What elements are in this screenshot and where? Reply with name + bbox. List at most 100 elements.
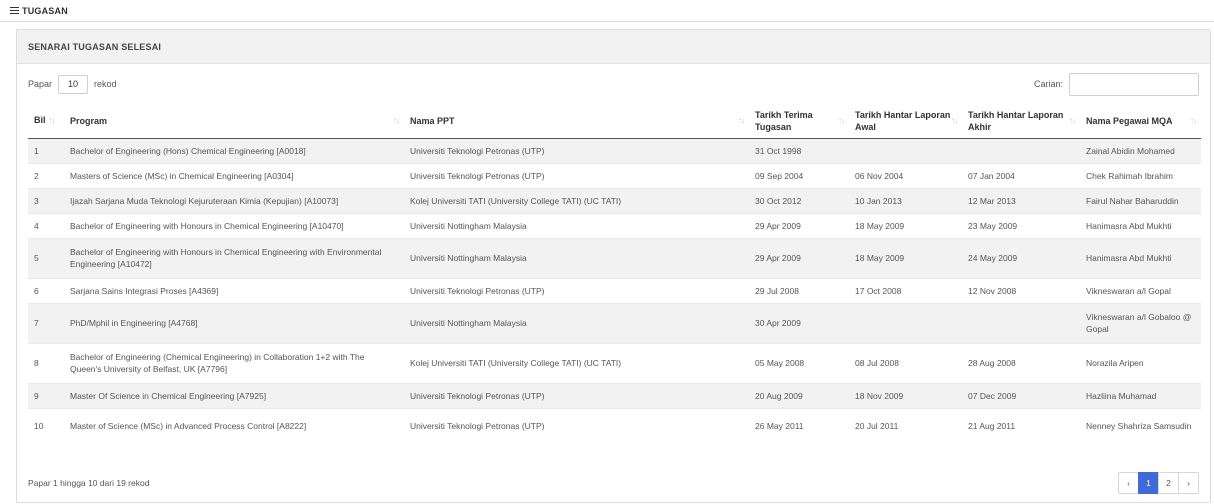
cell-program: PhD/Mphil in Engineering [A4768] xyxy=(64,302,404,343)
cell-laporan-awal: 17 Oct 2008 xyxy=(849,277,962,303)
cell-laporan-akhir xyxy=(962,137,1080,163)
cell-ppt: Universiti Nottingham Malaysia xyxy=(404,302,749,343)
page-length-control: Papar 10 rekod xyxy=(28,74,117,94)
table-row: 7 PhD/Mphil in Engineering [A4768] Unive… xyxy=(28,302,1201,343)
cell-program: Masters of Science (MSc) in Chemical Eng… xyxy=(64,162,404,188)
cell-laporan-akhir: 07 Dec 2009 xyxy=(962,382,1080,408)
cell-ppt: Universiti Teknologi Petronas (UTP) xyxy=(404,382,749,408)
search-label: Carian: xyxy=(1033,79,1063,89)
column-header-tarikh-terima[interactable]: Tarikh Terima Tugasan ↑↓ xyxy=(749,104,849,139)
cell-laporan-akhir: 07 Jan 2004 xyxy=(962,162,1080,188)
cell-ppt: Universiti Teknologi Petronas (UTP) xyxy=(404,137,749,163)
table-row: 5 Bachelor of Engineering with Honours i… xyxy=(28,237,1201,278)
table-row: 3 Ijazah Sarjana Muda Teknologi Kejurute… xyxy=(28,187,1201,213)
column-header-bil[interactable]: Bil ↑↓ xyxy=(28,104,64,139)
cell-laporan-awal: 20 Jul 2011 xyxy=(849,407,962,443)
cell-laporan-awal: 18 May 2009 xyxy=(849,237,962,278)
cell-tarikh-terima: 09 Sep 2004 xyxy=(749,162,849,188)
table-row: 6 Sarjana Sains Integrasi Proses [A4369]… xyxy=(28,277,1201,303)
card-title: SENARAI TUGASAN SELESAI xyxy=(28,41,162,52)
table-row: 2 Masters of Science (MSc) in Chemical E… xyxy=(28,162,1201,188)
cell-tarikh-terima: 31 Oct 1998 xyxy=(749,137,849,163)
page-length-select[interactable]: 10 xyxy=(58,74,89,94)
pagination-next-button[interactable]: › xyxy=(1178,472,1199,494)
cell-tarikh-terima: 29 Apr 2009 xyxy=(749,237,849,278)
cell-laporan-akhir: 12 Nov 2008 xyxy=(962,277,1080,303)
cell-ppt: Kolej Universiti TATI (University Colleg… xyxy=(404,187,749,213)
table-info: Papar 1 hingga 10 dari 19 rekod xyxy=(28,478,150,488)
page-title: TUGASAN xyxy=(22,5,68,16)
search-input[interactable] xyxy=(1069,72,1199,96)
cell-program: Master of Science (MSc) in Advanced Proc… xyxy=(64,407,404,443)
cell-tarikh-terima: 29 Apr 2009 xyxy=(749,212,849,238)
cell-laporan-awal: 08 Jul 2008 xyxy=(849,342,962,383)
table-row: 1 Bachelor of Engineering (Hons) Chemica… xyxy=(28,137,1201,163)
pagination-page-1[interactable]: 1 xyxy=(1138,472,1159,494)
cell-program: Sarjana Sains Integrasi Proses [A4369] xyxy=(64,277,404,303)
cell-program: Master Of Science in Chemical Engineerin… xyxy=(64,382,404,408)
column-header-nama-ppt[interactable]: Nama PPT ↑↓ xyxy=(404,104,749,139)
cell-laporan-akhir: 28 Aug 2008 xyxy=(962,342,1080,383)
cell-program: Bachelor of Engineering with Honours in … xyxy=(64,237,404,278)
pagination-page-2[interactable]: 2 xyxy=(1158,472,1179,494)
cell-bil: 2 xyxy=(28,162,64,188)
column-header-laporan-akhir[interactable]: Tarikh Hantar Laporan Akhir ↑↓ xyxy=(962,104,1080,139)
column-header-program[interactable]: Program ↑↓ xyxy=(64,104,404,139)
cell-laporan-awal xyxy=(849,137,962,163)
list-icon xyxy=(10,7,19,14)
cell-bil: 8 xyxy=(28,342,64,383)
cell-tarikh-terima: 30 Apr 2009 xyxy=(749,302,849,343)
sort-icon: ↑↓ xyxy=(1190,115,1197,125)
task-table: Bil ↑↓ Program ↑↓ Nama PPT ↑↓ Tarikh Terima… xyxy=(28,104,1201,443)
cell-bil: 9 xyxy=(28,382,64,408)
cell-bil: 5 xyxy=(28,237,64,278)
sort-icon: ↑↓ xyxy=(393,115,400,125)
pagination: ‹ 1 2 › xyxy=(1118,472,1199,494)
cell-bil: 6 xyxy=(28,277,64,303)
sort-icon: ↑↓ xyxy=(738,115,745,125)
column-header-laporan-awal[interactable]: Tarikh Hantar Laporan Awal ↑↓ xyxy=(849,104,962,139)
cell-ppt: Universiti Teknologi Petronas (UTP) xyxy=(404,162,749,188)
cell-bil: 4 xyxy=(28,212,64,238)
cell-ppt: Universiti Nottingham Malaysia xyxy=(404,237,749,278)
cell-tarikh-terima: 29 Jul 2008 xyxy=(749,277,849,303)
cell-tarikh-terima: 26 May 2011 xyxy=(749,407,849,443)
cell-pegawai: Norazila Aripen xyxy=(1080,342,1201,383)
cell-laporan-awal: 10 Jan 2013 xyxy=(849,187,962,213)
table-controls: Papar 10 rekod Carian: xyxy=(17,64,1210,104)
cell-laporan-akhir: 12 Mar 2013 xyxy=(962,187,1080,213)
cell-pegawai: Hanimasra Abd Mukhti xyxy=(1080,212,1201,238)
table-row: 9 Master Of Science in Chemical Engineer… xyxy=(28,382,1201,408)
cell-ppt: Universiti Teknologi Petronas (UTP) xyxy=(404,277,749,303)
cell-laporan-akhir xyxy=(962,302,1080,343)
cell-tarikh-terima: 05 May 2008 xyxy=(749,342,849,383)
cell-laporan-awal: 06 Nov 2004 xyxy=(849,162,962,188)
table-row: 10 Master of Science (MSc) in Advanced P… xyxy=(28,407,1201,443)
cell-tarikh-terima: 30 Oct 2012 xyxy=(749,187,849,213)
cell-pegawai: Hanimasra Abd Mukhti xyxy=(1080,237,1201,278)
cell-program: Bachelor of Engineering with Honours in … xyxy=(64,212,404,238)
task-card: SENARAI TUGASAN SELESAI Papar 10 rekod C… xyxy=(16,29,1211,503)
card-header: SENARAI TUGASAN SELESAI xyxy=(17,30,1210,64)
cell-laporan-awal: 18 May 2009 xyxy=(849,212,962,238)
sort-icon: ↑↓ xyxy=(951,115,958,125)
cell-tarikh-terima: 20 Aug 2009 xyxy=(749,382,849,408)
cell-pegawai: Zainal Abidin Mohamed xyxy=(1080,137,1201,163)
table-row: 8 Bachelor of Engineering (Chemical Engi… xyxy=(28,342,1201,383)
cell-pegawai: Vikneswaran a/l Gobaloo @ Gopal xyxy=(1080,302,1201,343)
cell-program: Bachelor of Engineering (Chemical Engine… xyxy=(64,342,404,383)
column-header-pegawai-mqa[interactable]: Nama Pegawai MQA ↑↓ xyxy=(1080,104,1201,139)
cell-program: Bachelor of Engineering (Hons) Chemical … xyxy=(64,137,404,163)
cell-bil: 7 xyxy=(28,302,64,343)
table-header-row: Bil ↑↓ Program ↑↓ Nama PPT ↑↓ Tarikh Terima… xyxy=(28,104,1201,139)
cell-ppt: Kolej Universiti TATI (University Colleg… xyxy=(404,342,749,383)
page: TUGASAN SENARAI TUGASAN SELESAI Papar 10… xyxy=(0,0,1214,504)
sort-icon: ↑↓ xyxy=(838,115,845,125)
cell-laporan-awal xyxy=(849,302,962,343)
cell-laporan-akhir: 23 May 2009 xyxy=(962,212,1080,238)
cell-laporan-awal: 18 Nov 2009 xyxy=(849,382,962,408)
search-control: Carian: xyxy=(1033,72,1199,96)
cell-pegawai: Hazliina Muhamad xyxy=(1080,382,1201,408)
cell-pegawai: Vikneswaran a/l Gopal xyxy=(1080,277,1201,303)
pagination-prev-button[interactable]: ‹ xyxy=(1118,472,1139,494)
